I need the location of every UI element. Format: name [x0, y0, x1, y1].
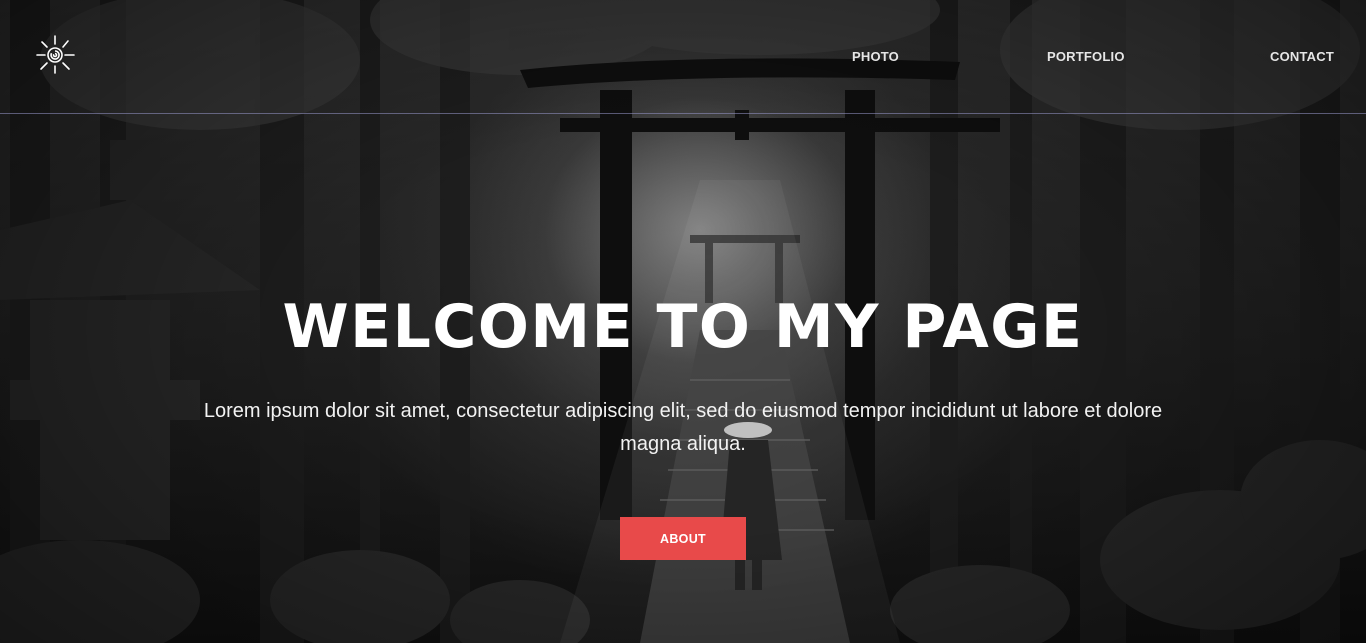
hero-title: WELCOME TO MY PAGE [282, 292, 1084, 362]
hero-description: Lorem ipsum dolor sit amet, consectetur … [203, 400, 1163, 455]
nav-link-portfolio[interactable]: PORTFOLIO [1047, 49, 1125, 64]
nav-link-contact[interactable]: CONTACT [1270, 49, 1334, 64]
hero-section: PHOTO PORTFOLIO CONTACT WELCOME TO MY PA… [0, 0, 1366, 643]
navbar: PHOTO PORTFOLIO CONTACT [0, 0, 1366, 114]
nav-link-photo[interactable]: PHOTO [852, 49, 899, 64]
about-button[interactable]: ABOUT [620, 517, 746, 560]
spiral-sun-icon[interactable] [34, 34, 76, 74]
